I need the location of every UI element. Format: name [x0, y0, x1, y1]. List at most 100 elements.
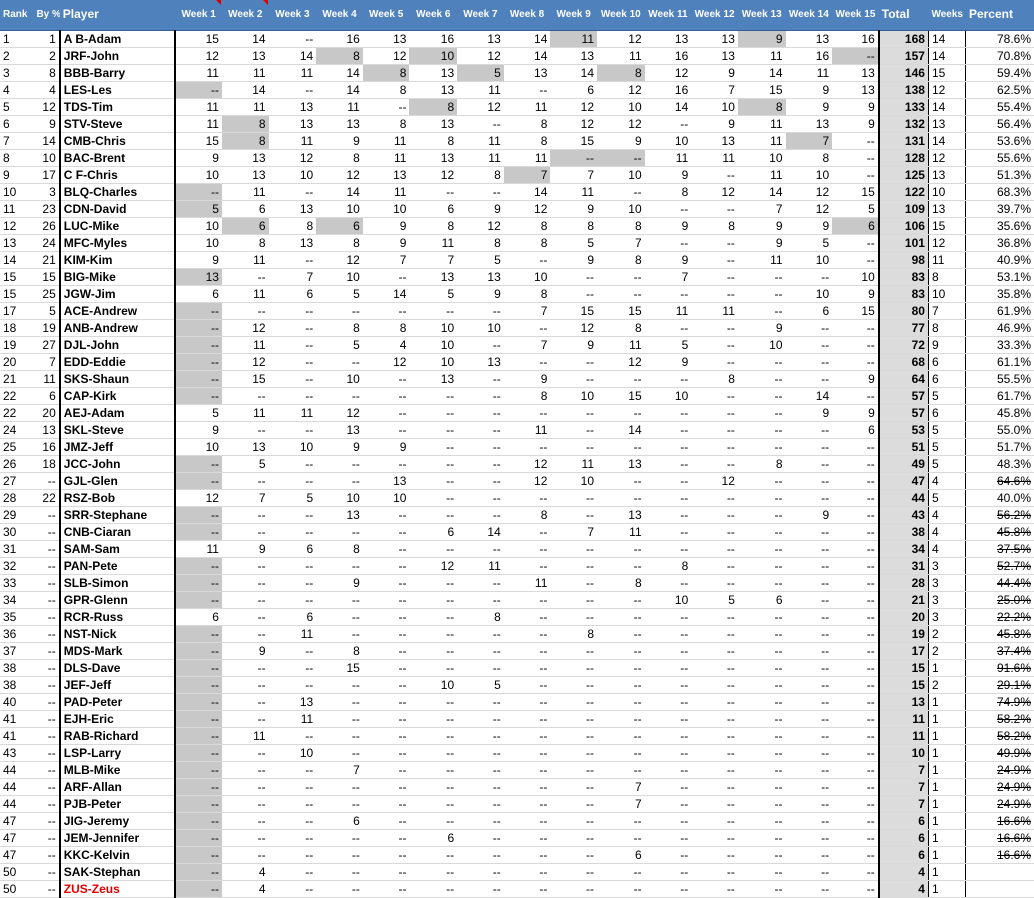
week-9-cell[interactable]: --	[550, 591, 597, 609]
week-10-cell[interactable]: --	[597, 591, 645, 609]
week-6-cell[interactable]: --	[409, 812, 458, 830]
total-cell[interactable]: 83	[877, 285, 929, 303]
percent-cell[interactable]: 24.9%	[965, 761, 1034, 779]
week-1-cell[interactable]: --	[175, 829, 222, 847]
weeks-played-cell[interactable]: 12	[928, 234, 966, 252]
week-10-cell[interactable]: 9	[597, 132, 645, 150]
by-pct-cell[interactable]: 2	[33, 47, 61, 65]
percent-cell[interactable]	[965, 863, 1034, 881]
week-2-cell[interactable]: --	[221, 625, 269, 643]
percent-cell[interactable]: 55.5%	[965, 370, 1034, 388]
week-12-cell[interactable]: --	[691, 727, 738, 745]
week-9-cell[interactable]: 12	[550, 115, 597, 133]
rank-cell[interactable]: 13	[0, 234, 34, 252]
week-1-cell[interactable]: 13	[175, 268, 222, 286]
week-5-cell[interactable]: --	[362, 591, 410, 609]
player-name-cell[interactable]: LSP-Larry	[59, 744, 177, 762]
week-11-cell[interactable]: --	[644, 846, 692, 864]
total-cell[interactable]: 38	[877, 523, 929, 541]
week-14-cell[interactable]: --	[785, 846, 833, 864]
week-5-cell[interactable]: --	[362, 795, 410, 813]
by-pct-cell[interactable]: 16	[33, 438, 61, 456]
percent-cell[interactable]: 78.6%	[965, 30, 1034, 48]
week-1-cell[interactable]: --	[175, 302, 222, 320]
rank-cell[interactable]: 34	[0, 591, 34, 609]
week-8-cell[interactable]: --	[503, 523, 551, 541]
week-15-cell[interactable]: --	[832, 47, 879, 65]
week-12-cell[interactable]: --	[691, 608, 738, 626]
week-3-cell[interactable]: --	[268, 829, 317, 847]
week-10-cell[interactable]: 8	[597, 319, 645, 337]
week-5-cell[interactable]: 13	[362, 30, 410, 48]
week-15-cell[interactable]: --	[832, 472, 879, 490]
week-1-cell[interactable]: 12	[175, 47, 222, 65]
week-13-cell[interactable]: --	[737, 727, 786, 745]
week-12-cell[interactable]: --	[691, 778, 738, 796]
week-6-cell[interactable]: 12	[409, 166, 458, 184]
week-9-cell[interactable]: --	[550, 693, 597, 711]
percent-cell[interactable]: 44.4%	[965, 574, 1034, 592]
week-2-cell[interactable]: --	[221, 506, 269, 524]
week-8-cell[interactable]: --	[503, 404, 551, 422]
percent-cell[interactable]: 52.7%	[965, 557, 1034, 575]
week-3-cell[interactable]: 11	[268, 64, 317, 82]
week-8-cell[interactable]: --	[503, 251, 551, 269]
week-12-cell[interactable]: 11	[691, 302, 738, 320]
week-5-cell[interactable]: --	[362, 812, 410, 830]
week-6-cell[interactable]: 13	[409, 268, 458, 286]
week-4-cell[interactable]: --	[316, 744, 363, 762]
week-2-cell[interactable]: 11	[221, 404, 269, 422]
week-6-cell[interactable]: --	[409, 710, 458, 728]
week-8-cell[interactable]: 7	[503, 302, 551, 320]
week-4-cell[interactable]: --	[316, 353, 363, 371]
week-12-cell[interactable]: --	[691, 421, 738, 439]
week-13-cell[interactable]: --	[737, 625, 786, 643]
week-5-cell[interactable]: --	[362, 659, 410, 677]
player-name-cell[interactable]: PAD-Peter	[59, 693, 177, 711]
week-13-cell[interactable]: --	[737, 676, 786, 694]
week-11-cell[interactable]: 10	[644, 132, 692, 150]
week-9-cell[interactable]: 10	[550, 472, 597, 490]
week-7-cell[interactable]: 9	[457, 200, 504, 218]
by-pct-cell[interactable]: 17	[33, 166, 61, 184]
week-10-cell[interactable]: 12	[597, 115, 645, 133]
weeks-played-cell[interactable]: 6	[928, 370, 966, 388]
week-14-cell[interactable]: 9	[785, 81, 833, 99]
rank-cell[interactable]: 25	[0, 438, 34, 456]
week-15-cell[interactable]: --	[832, 727, 879, 745]
total-cell[interactable]: 109	[877, 200, 929, 218]
week-9-cell[interactable]: --	[550, 659, 597, 677]
rank-cell[interactable]: 33	[0, 574, 34, 592]
week-13-cell[interactable]: 9	[737, 319, 786, 337]
week-15-cell[interactable]: --	[832, 625, 879, 643]
week-8-cell[interactable]: --	[503, 676, 551, 694]
week-9-cell[interactable]: 7	[550, 523, 597, 541]
week-2-cell[interactable]: 11	[221, 183, 269, 201]
weeks-played-cell[interactable]: 1	[928, 795, 966, 813]
week-1-cell[interactable]: --	[175, 642, 222, 660]
total-cell[interactable]: 122	[877, 183, 929, 201]
total-cell[interactable]: 68	[877, 353, 929, 371]
percent-cell[interactable]: 61.9%	[965, 302, 1034, 320]
week-9-cell[interactable]: 13	[550, 47, 597, 65]
week-13-cell[interactable]: 9	[737, 234, 786, 252]
rank-cell[interactable]: 3	[0, 64, 34, 82]
weeks-played-cell[interactable]: 13	[928, 166, 966, 184]
total-cell[interactable]: 125	[877, 166, 929, 184]
week-3-cell[interactable]: --	[268, 319, 317, 337]
week-13-cell[interactable]: 10	[737, 336, 786, 354]
week-3-cell[interactable]: --	[268, 370, 317, 388]
week-15-cell[interactable]: --	[832, 489, 879, 507]
week-11-cell[interactable]: 9	[644, 217, 692, 235]
week-14-cell[interactable]: --	[785, 574, 833, 592]
percent-cell[interactable]: 46.9%	[965, 319, 1034, 337]
week-6-cell[interactable]: 7	[409, 251, 458, 269]
rank-cell[interactable]: 22	[0, 404, 34, 422]
week-4-cell[interactable]: 12	[316, 404, 363, 422]
week-14-cell[interactable]: --	[785, 608, 833, 626]
weeks-played-cell[interactable]: 14	[928, 30, 966, 48]
week-3-cell[interactable]: --	[268, 795, 317, 813]
week-1-cell[interactable]: 6	[175, 285, 222, 303]
week-7-cell[interactable]: --	[457, 115, 504, 133]
week-6-cell[interactable]: 16	[409, 30, 458, 48]
